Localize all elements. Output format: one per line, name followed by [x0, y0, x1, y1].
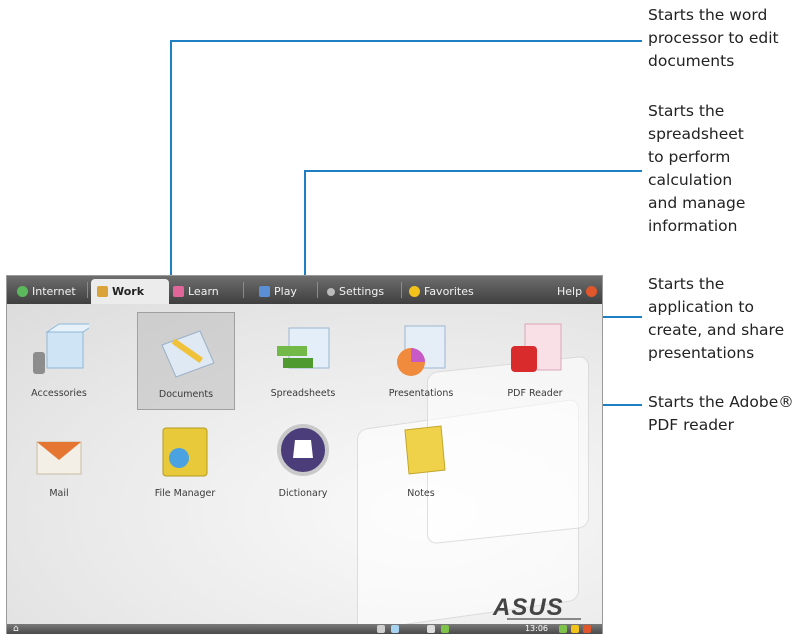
tab-divider [87, 282, 88, 298]
pdf-reader-icon [511, 323, 562, 372]
status-icon[interactable] [559, 625, 567, 633]
eee-pc-desktop-screenshot: Internet Work Learn Play Settings Favori… [6, 275, 603, 634]
star-icon [409, 286, 420, 297]
tab-settings[interactable]: Settings [321, 279, 390, 304]
wifi-icon[interactable] [441, 625, 449, 633]
app-mail[interactable]: Mail [11, 412, 107, 508]
leader-line-documents [170, 40, 642, 42]
book-icon [173, 286, 184, 297]
leader-line-spreadsheets [304, 170, 642, 172]
notes-icon [404, 425, 446, 475]
folder-icon [162, 427, 208, 477]
logo-underline [507, 618, 581, 620]
gamepad-icon [259, 286, 270, 297]
power-icon[interactable] [583, 625, 591, 633]
tab-help[interactable]: Help [551, 279, 602, 304]
globe-icon [17, 286, 28, 297]
app-presentations[interactable]: Presentations [373, 312, 469, 408]
tab-learn[interactable]: Learn [167, 279, 225, 304]
app-notes[interactable]: Notes [373, 412, 469, 508]
help-icon [586, 286, 598, 297]
callout-pdf-reader: Starts the Adobe® PDF reader [648, 393, 794, 434]
callout-spreadsheets: Starts the spreadsheet to perform calcul… [648, 102, 746, 235]
presentations-icon [397, 325, 446, 376]
app-spreadsheets[interactable]: Spreadsheets [255, 312, 351, 408]
documents-icon [161, 330, 215, 378]
callout-presentations: Starts the application to create, and sh… [648, 275, 785, 362]
app-documents[interactable]: Documents [137, 312, 235, 410]
tab-divider [243, 282, 244, 298]
app-launcher-area: Accessories Documents Spreadsheets Prese… [7, 304, 602, 632]
network-icon[interactable] [377, 625, 385, 633]
tab-divider [401, 282, 402, 298]
app-accessories[interactable]: Accessories [11, 312, 107, 408]
dictionary-icon [277, 424, 329, 476]
tab-favorites[interactable]: Favorites [403, 279, 480, 304]
warning-icon[interactable] [571, 625, 579, 633]
app-file-manager[interactable]: File Manager [137, 412, 233, 508]
app-pdf-reader[interactable]: PDF Reader [487, 312, 583, 408]
briefcase-icon [97, 286, 108, 297]
app-dictionary[interactable]: Dictionary [255, 412, 351, 508]
volume-icon[interactable] [427, 625, 435, 633]
battery-icon[interactable] [391, 625, 399, 633]
tab-work[interactable]: Work [91, 279, 169, 304]
mail-icon [36, 441, 82, 475]
spreadsheets-icon [277, 327, 330, 369]
tab-play[interactable]: Play [253, 279, 303, 304]
tab-bar: Internet Work Learn Play Settings Favori… [7, 276, 602, 304]
callout-documents: Starts the word processor to edit docume… [648, 6, 779, 70]
tab-internet[interactable]: Internet [11, 279, 82, 304]
accessories-icon [33, 323, 89, 374]
tab-divider [317, 282, 318, 298]
wrench-icon [327, 287, 335, 296]
